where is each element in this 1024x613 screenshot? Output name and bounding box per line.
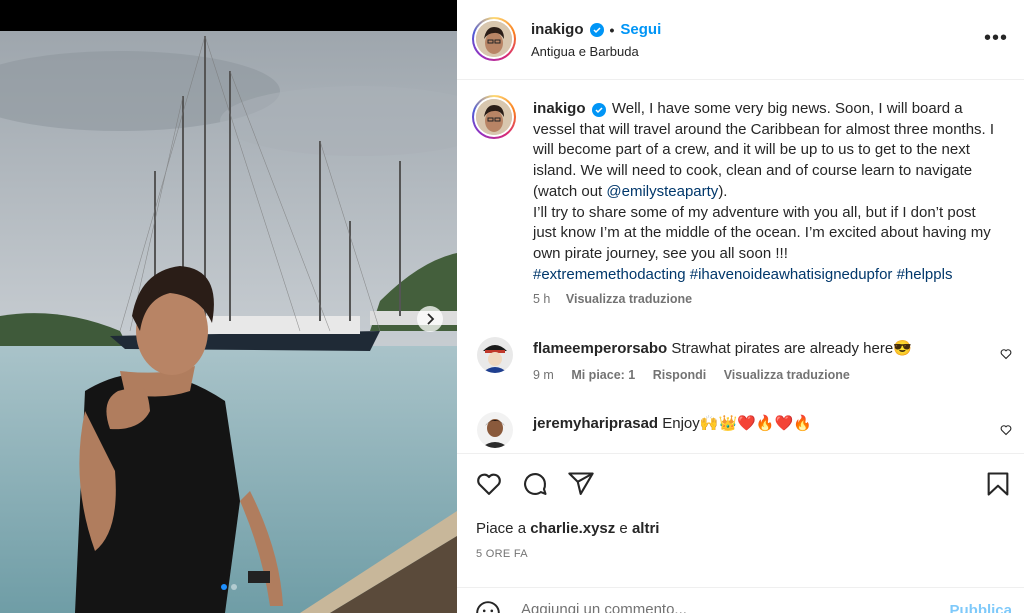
post-side-panel: inakigo • Segui Antigua e Barbuda ••• in… xyxy=(457,0,1024,613)
comment-likes-count[interactable]: Mi piace: 1 xyxy=(571,368,635,382)
more-options-icon[interactable]: ••• xyxy=(984,28,1008,48)
post-caption: inakigo Well, I have some very big news.… xyxy=(533,99,995,285)
author-username[interactable]: inakigo xyxy=(531,21,584,38)
post-location[interactable]: Antigua e Barbuda xyxy=(531,44,639,59)
likes-others-link[interactable]: altri xyxy=(632,520,660,537)
post-timestamp[interactable]: 5 ORE FA xyxy=(476,548,528,560)
post-header: inakigo • Segui Antigua e Barbuda ••• xyxy=(457,0,1024,80)
likes-suffix: e xyxy=(615,520,632,537)
commenter-avatar[interactable] xyxy=(477,412,513,448)
photo-illustration xyxy=(0,31,457,613)
bookmark-save-icon[interactable] xyxy=(984,470,1012,503)
caption-age: 5 h xyxy=(533,292,551,306)
commenter-avatar[interactable] xyxy=(477,337,513,373)
add-comment-bar: Pubblica xyxy=(457,587,1024,613)
author-avatar[interactable] xyxy=(472,17,516,61)
follow-button[interactable]: Segui xyxy=(620,21,661,38)
comment-text: Enjoy🙌👑❤️🔥❤️🔥 xyxy=(662,415,812,432)
translate-comment-link[interactable]: Visualizza traduzione xyxy=(724,368,850,382)
post-media xyxy=(0,0,457,613)
liker-username[interactable]: charlie.xysz xyxy=(530,520,615,537)
share-send-icon[interactable] xyxy=(567,470,595,503)
verified-badge-icon xyxy=(589,22,604,37)
carousel-dot xyxy=(230,584,237,590)
commenter-username[interactable]: jeremyhariprasad xyxy=(533,415,658,432)
mention-link[interactable]: @emilysteaparty xyxy=(606,183,718,200)
verified-badge-icon xyxy=(591,103,606,117)
caption-author-avatar[interactable] xyxy=(472,95,516,139)
heart-outline-icon[interactable] xyxy=(1000,347,1012,365)
caption-username[interactable]: inakigo xyxy=(533,100,586,117)
comment-text: Strawhat pirates are already here😎 xyxy=(671,340,912,357)
likes-summary: Piace a charlie.xysz e altri xyxy=(476,520,659,537)
add-comment-input[interactable] xyxy=(521,601,921,613)
like-heart-icon[interactable] xyxy=(475,470,503,503)
likes-prefix: Piace a xyxy=(476,520,531,537)
comment-bubble-icon[interactable] xyxy=(521,470,549,503)
caption-meta: 5 h Visualizza traduzione xyxy=(533,292,704,306)
emoji-smiley-icon[interactable] xyxy=(475,600,501,613)
publish-button[interactable]: Pubblica xyxy=(949,602,1012,613)
post-photo[interactable] xyxy=(0,31,457,613)
post-actions: Piace a charlie.xysz e altri 5 ORE FA Pu… xyxy=(457,453,1024,613)
comment-meta: 9 m Mi piace: 1 Rispondi Visualizza trad… xyxy=(533,368,864,382)
comments-scroll-area[interactable]: inakigo Well, I have some very big news.… xyxy=(457,81,1024,453)
commenter-username[interactable]: flameemperorsabo xyxy=(533,340,667,357)
heart-outline-icon[interactable] xyxy=(1000,423,1012,441)
caption-translate-link[interactable]: Visualizza traduzione xyxy=(566,292,692,306)
carousel-next-button[interactable] xyxy=(417,306,443,332)
caption-text-2: I’ll try to share some of my adventure w… xyxy=(533,203,991,262)
reply-button[interactable]: Rispondi xyxy=(653,368,706,382)
carousel-indicators xyxy=(0,584,457,590)
hashtags-link[interactable]: #extrememethodacting #ihavenoideawhatisi… xyxy=(533,266,952,283)
separator-dot: • xyxy=(609,21,615,38)
chevron-right-icon xyxy=(427,313,435,325)
carousel-dot xyxy=(220,584,227,590)
comment-age: 9 m xyxy=(533,368,554,382)
caption-text-end: ). xyxy=(718,182,728,200)
